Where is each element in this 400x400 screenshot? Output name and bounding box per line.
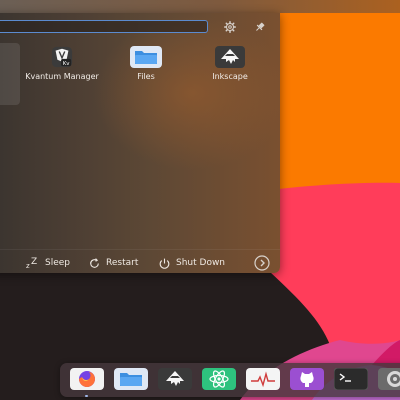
power-icon <box>158 257 171 270</box>
github-icon <box>290 368 324 390</box>
sleep-label: Sleep <box>45 258 71 268</box>
restart-button[interactable]: Restart <box>88 256 138 270</box>
shutdown-button[interactable]: Shut Down <box>158 256 225 270</box>
desktop: Kv Kvantum Manager Files Inkscape z Z Sl… <box>0 0 400 400</box>
gear-icon <box>224 21 236 33</box>
dock-item-terminal[interactable] <box>334 368 368 392</box>
app-tile-kvantum-manager[interactable]: Kv Kvantum Manager <box>25 45 99 105</box>
restart-label: Restart <box>106 258 139 268</box>
restart-icon <box>88 257 101 270</box>
folder-icon <box>129 45 163 69</box>
sleep-icon: z Z <box>26 257 40 269</box>
inkscape-icon <box>213 45 247 69</box>
dock-item-files[interactable] <box>114 368 148 392</box>
folder-icon <box>114 368 148 390</box>
svg-text:Kv: Kv <box>63 61 71 67</box>
firefox-icon <box>70 368 104 390</box>
system-monitor-icon <box>246 368 280 390</box>
dock-item-firefox[interactable] <box>70 368 104 397</box>
sleep-button[interactable]: z Z Sleep <box>26 256 70 270</box>
top-panel <box>0 0 400 13</box>
dock-item-inkscape[interactable] <box>158 368 192 392</box>
app-label: Files <box>137 72 155 81</box>
dock <box>60 363 400 397</box>
launcher-header <box>0 13 280 41</box>
atom-icon <box>202 368 236 390</box>
pin-icon <box>256 22 265 31</box>
running-indicator <box>85 395 88 397</box>
kvantum-icon: Kv <box>45 45 79 69</box>
app-label: Inkscape <box>212 72 248 81</box>
settings-icon <box>378 368 400 390</box>
dock-item-atom[interactable] <box>202 368 236 392</box>
inkscape-icon <box>158 368 192 390</box>
shutdown-label: Shut Down <box>176 258 226 268</box>
application-launcher: Kv Kvantum Manager Files Inkscape z Z Sl… <box>0 13 280 273</box>
dock-item-system-monitor[interactable] <box>246 368 280 392</box>
favorite-tile[interactable] <box>0 43 20 105</box>
app-tile-files[interactable]: Files <box>109 45 183 105</box>
dock-item-github[interactable] <box>290 368 324 392</box>
svg-text:z: z <box>26 262 30 269</box>
more-options-button[interactable] <box>254 255 270 271</box>
app-tile-inkscape[interactable]: Inkscape <box>193 45 267 105</box>
dock-item-system-settings[interactable] <box>378 368 400 392</box>
search-input[interactable] <box>0 20 208 33</box>
app-label: Kvantum Manager <box>25 72 99 81</box>
pin-button[interactable] <box>252 19 268 35</box>
terminal-icon <box>334 368 368 390</box>
settings-button[interactable] <box>222 19 238 35</box>
svg-text:Z: Z <box>31 257 37 267</box>
footer-divider <box>0 249 280 250</box>
chevron-right-icon <box>254 255 270 271</box>
